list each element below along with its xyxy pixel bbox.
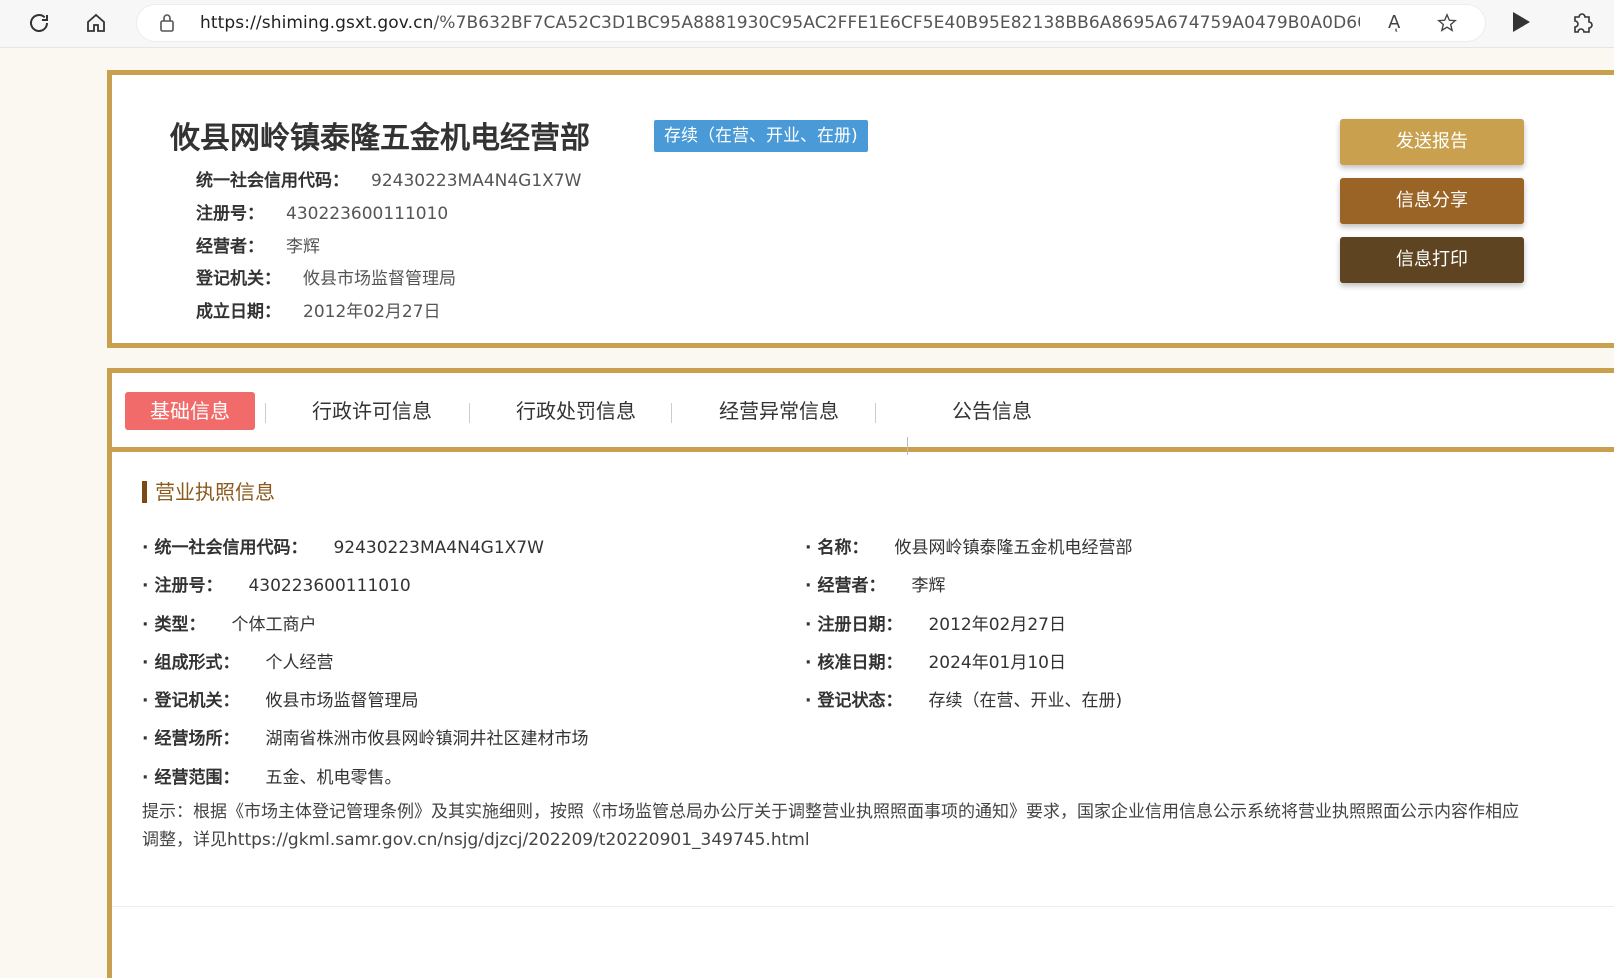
tab-divider: [875, 403, 876, 423]
status-badge: 存续（在营、开业、在册): [654, 120, 868, 152]
play-icon[interactable]: [1510, 10, 1532, 38]
company-header-card: 攸县网岭镇泰隆五金机电经营部 存续（在营、开业、在册) 统一社会信用代码： 924…: [107, 70, 1614, 348]
tab-marker: [907, 437, 908, 455]
tab-business-abnormal[interactable]: 经营异常信息: [699, 392, 859, 430]
read-aloud-icon[interactable]: Aͅ: [1388, 12, 1400, 33]
tab-divider: [265, 403, 266, 423]
tab-divider: [671, 403, 672, 423]
field-type: · 类型： 个体工商户: [142, 615, 317, 635]
tab-basic-info[interactable]: 基础信息: [125, 392, 255, 430]
field-operator: · 经营者： 李辉: [805, 576, 946, 596]
favorite-star-icon[interactable]: [1436, 12, 1458, 38]
print-info-button[interactable]: 信息打印: [1340, 237, 1524, 283]
header-field-authority: 登记机关： 攸县市场监督管理局: [196, 269, 456, 289]
field-reg-no: · 注册号： 430223600111010: [142, 576, 411, 596]
send-report-button[interactable]: 发送报告: [1340, 119, 1524, 165]
browser-toolbar: https://shiming.gsxt.gov.cn/%7B632BF7CA5…: [0, 0, 1614, 48]
detail-card: 基础信息 行政许可信息 行政处罚信息 经营异常信息 公告信息 营业执照信息 · 统…: [107, 368, 1614, 978]
header-field-credit-code: 统一社会信用代码： 92430223MA4N4G1X7W: [196, 171, 582, 191]
tab-announcement[interactable]: 公告信息: [932, 392, 1052, 430]
share-info-button[interactable]: 信息分享: [1340, 178, 1524, 224]
extensions-icon[interactable]: [1570, 9, 1596, 39]
field-authority: · 登记机关： 攸县市场监督管理局: [142, 691, 419, 711]
tab-divider: [469, 403, 470, 423]
field-reg-date: · 注册日期： 2012年02月27日: [805, 615, 1066, 635]
lock-icon[interactable]: [158, 13, 176, 37]
divider: [112, 906, 1614, 907]
header-field-operator: 经营者： 李辉: [196, 237, 320, 257]
tab-admin-penalty[interactable]: 行政处罚信息: [496, 392, 656, 430]
field-composition: · 组成形式： 个人经营: [142, 653, 334, 673]
field-name: · 名称： 攸县网岭镇泰隆五金机电经营部: [805, 538, 1133, 558]
company-name: 攸县网岭镇泰隆五金机电经营部: [170, 121, 590, 156]
field-premises: · 经营场所： 湖南省株洲市攸县网岭镇洞井社区建材市场: [142, 729, 589, 749]
info-tabs: 基础信息 行政许可信息 行政处罚信息 经营异常信息 公告信息: [112, 373, 1614, 455]
url-text[interactable]: https://shiming.gsxt.gov.cn/%7B632BF7CA5…: [200, 13, 1360, 33]
home-icon[interactable]: [81, 8, 111, 38]
section-title: 营业执照信息: [142, 481, 275, 503]
header-field-established: 成立日期： 2012年02月27日: [196, 302, 441, 322]
field-reg-status: · 登记状态： 存续（在营、开业、在册): [805, 691, 1123, 711]
tab-admin-license[interactable]: 行政许可信息: [292, 392, 452, 430]
refresh-icon[interactable]: [24, 8, 54, 38]
notice-text: 提示：根据《市场主体登记管理条例》及其实施细则，按照《市场监管总局办公厅关于调整…: [142, 802, 1519, 850]
field-scope: · 经营范围： 五金、机电零售。: [142, 768, 402, 788]
address-bar[interactable]: https://shiming.gsxt.gov.cn/%7B632BF7CA5…: [136, 4, 1486, 42]
field-credit-code: · 统一社会信用代码： 92430223MA4N4G1X7W: [142, 538, 544, 558]
field-approval-date: · 核准日期： 2024年01月10日: [805, 653, 1066, 673]
header-field-reg-no: 注册号： 430223600111010: [196, 204, 449, 224]
